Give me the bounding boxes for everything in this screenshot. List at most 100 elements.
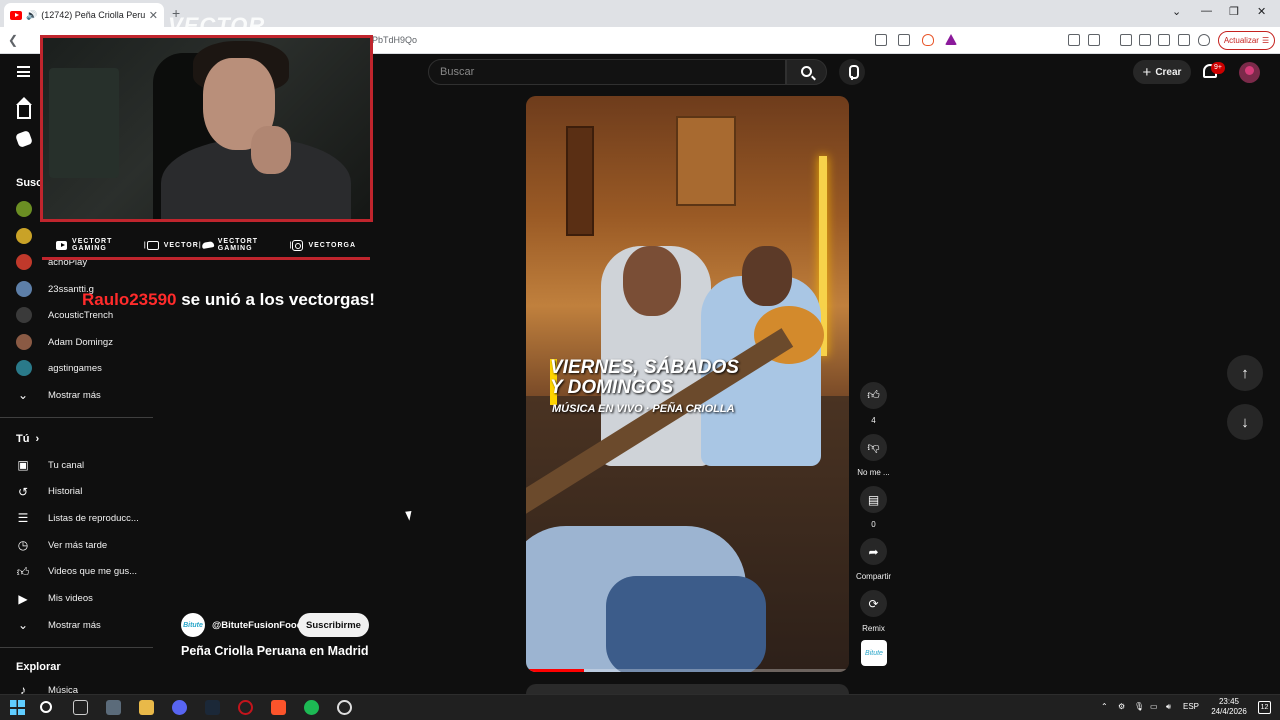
task-view-icon[interactable] <box>73 700 88 715</box>
leo-ai-icon[interactable] <box>1178 34 1190 46</box>
clock-date: 24/4/2026 <box>1211 707 1247 716</box>
voice-search-icon[interactable] <box>839 59 865 85</box>
tray-chevron-icon[interactable]: ⌃ <box>1101 702 1108 711</box>
account-avatar[interactable] <box>1239 62 1260 83</box>
chevron-down-icon: ⌄ <box>17 388 29 402</box>
channel-avatar[interactable]: Bitute <box>181 613 205 637</box>
social-twitch: VECTOR <box>146 240 199 250</box>
home-icon[interactable] <box>16 97 32 119</box>
vpn-icon[interactable] <box>1198 34 1210 46</box>
wallet-icon[interactable] <box>1158 34 1170 46</box>
sidebar-icon[interactable] <box>1139 34 1151 46</box>
previous-short-button[interactable]: ↑ <box>1227 355 1263 391</box>
social-label: VECTORT GAMING <box>72 238 113 252</box>
show-more-you[interactable]: ⌄ Mostrar más <box>16 613 151 637</box>
dislike-button[interactable]: 👎︎ <box>860 434 887 461</box>
tray-app-icon[interactable]: ⚙ <box>1118 702 1125 711</box>
remix-button[interactable]: ⟳ <box>860 590 887 617</box>
sidebar-item-videos-que-me-gus[interactable]: 👍︎ Videos que me gus... <box>16 560 151 584</box>
channel-thumbnail[interactable]: Bitute <box>861 640 887 666</box>
social-twitter: VECTORT GAMING <box>202 238 290 252</box>
rewards-icon[interactable] <box>945 34 957 45</box>
taskbar-search-icon[interactable] <box>40 701 52 713</box>
spotify-icon[interactable] <box>304 700 319 715</box>
shorts-icon[interactable] <box>15 130 33 148</box>
extensions-icon[interactable] <box>1068 34 1080 46</box>
share-button[interactable]: ➦ <box>860 538 887 565</box>
file-explorer-icon[interactable] <box>139 700 154 715</box>
share-icon[interactable] <box>898 34 910 46</box>
app-icon[interactable] <box>106 700 121 715</box>
update-label: Actualizar <box>1223 36 1259 45</box>
windows-taskbar: ⌃ ⚙ 🎙︎ ▭ 🔊︎ ESP 23:45 24/4/2026 12 <box>0 694 1280 720</box>
steam-icon[interactable] <box>205 700 220 715</box>
speaker-icon[interactable]: 🔊 <box>26 10 37 21</box>
language-indicator[interactable]: ESP <box>1183 702 1199 711</box>
browser-tab[interactable]: 🔊 (12742) Peña Criolla Peruana ✕ <box>4 3 164 27</box>
sidebar-item-tu-canal[interactable]: ▣ Tu canal <box>16 453 151 477</box>
address-bar[interactable]: PbTdH9Qo <box>360 31 980 50</box>
channel-avatar <box>16 281 32 297</box>
tab-groups-icon[interactable] <box>1088 34 1100 46</box>
brave-icon[interactable] <box>271 700 286 715</box>
cast-icon[interactable] <box>875 34 887 46</box>
subscriptions-title[interactable]: Susc <box>16 177 42 189</box>
minimize-button[interactable]: — <box>1201 5 1212 17</box>
create-button[interactable]: + Crear <box>1133 60 1191 84</box>
streamer-hand <box>251 126 291 174</box>
comments-button[interactable]: ▤ <box>860 486 887 513</box>
remix-icon: ⟳ <box>868 596 879 611</box>
channel-info[interactable]: Bitute @BituteFusionFood <box>181 613 303 637</box>
thumb-up-icon: 👍︎ <box>16 564 30 579</box>
youtube-favicon-icon <box>10 10 22 20</box>
maximize-button[interactable]: ❐ <box>1229 5 1239 18</box>
sidebar-item-mis-videos[interactable]: ▶ Mis videos <box>16 587 151 611</box>
hamburger-menu-icon[interactable] <box>17 66 30 77</box>
show-more-subscriptions[interactable]: ⌄ Mostrar más <box>16 383 151 407</box>
sidebar-item-historial[interactable]: ↺ Historial <box>16 480 151 504</box>
thumb-down-icon: 👎︎ <box>867 440 880 454</box>
alert-message: se unió a los vectorgas! <box>176 290 375 309</box>
windows-start-icon[interactable] <box>10 700 25 715</box>
playlist-icon: ☰ <box>17 511 29 526</box>
sidebar-item-listas-de-reproducc[interactable]: ☰ Listas de reproducc... <box>16 506 151 530</box>
tab-close-icon[interactable]: ✕ <box>149 9 158 22</box>
volume-icon[interactable]: 🔊︎ <box>1166 702 1171 712</box>
follower-alert: Raulo23590 se unió a los vectorgas! <box>82 290 375 310</box>
network-icon[interactable]: ▭ <box>1150 702 1158 711</box>
close-window-button[interactable]: ✕ <box>1257 5 1266 18</box>
subscription-item[interactable]: Adam Domingz <box>16 330 151 354</box>
you-section-title[interactable]: Tú › <box>16 433 39 445</box>
search-button[interactable] <box>786 59 827 85</box>
search-input[interactable]: Buscar <box>428 59 786 85</box>
instagram-icon <box>292 239 304 251</box>
short-title[interactable]: Peña Criolla Peruana en Madrid <box>181 644 369 658</box>
comment-icon: ▤ <box>867 492 880 507</box>
sidebar-item-ver-m-s-tarde[interactable]: ◷ Ver más tarde <box>16 533 151 557</box>
tab-search-icon[interactable]: ⌄ <box>1172 5 1181 18</box>
update-button[interactable]: Actualizar ☰ <box>1218 31 1275 50</box>
discord-icon[interactable] <box>172 700 187 715</box>
video-progress-bar[interactable] <box>526 669 849 672</box>
share-arrow-icon: ➦ <box>868 544 879 559</box>
tray-mic-icon[interactable]: 🎙︎ <box>1134 702 1144 711</box>
brave-shield-icon[interactable] <box>922 34 934 46</box>
share-label: Compartir <box>855 572 892 581</box>
like-button[interactable]: 👍︎ <box>860 382 887 409</box>
overlay-underline <box>42 257 370 260</box>
next-short-button[interactable]: ↓ <box>1227 404 1263 440</box>
media-icon[interactable] <box>1120 34 1132 46</box>
social-label: VECTORT GAMING <box>217 238 259 252</box>
obs-icon[interactable] <box>337 700 352 715</box>
taskbar-clock[interactable]: 23:45 24/4/2026 <box>1204 697 1254 717</box>
opera-icon[interactable] <box>238 700 253 715</box>
notification-center[interactable]: 12 <box>1258 701 1271 714</box>
back-icon[interactable]: ❮ <box>8 33 18 47</box>
channel-avatar <box>16 228 32 244</box>
channel-handle[interactable]: @BituteFusionFood <box>212 620 303 631</box>
video-window-shutter <box>676 116 736 206</box>
subscription-item[interactable]: agstingames <box>16 356 151 380</box>
next-short-preview[interactable] <box>526 684 849 694</box>
short-video-player[interactable]: VIERNES, SÁBADOS Y DOMINGOS MÚSICA EN VI… <box>526 96 849 672</box>
subscribe-button[interactable]: Suscribirme <box>298 613 369 637</box>
